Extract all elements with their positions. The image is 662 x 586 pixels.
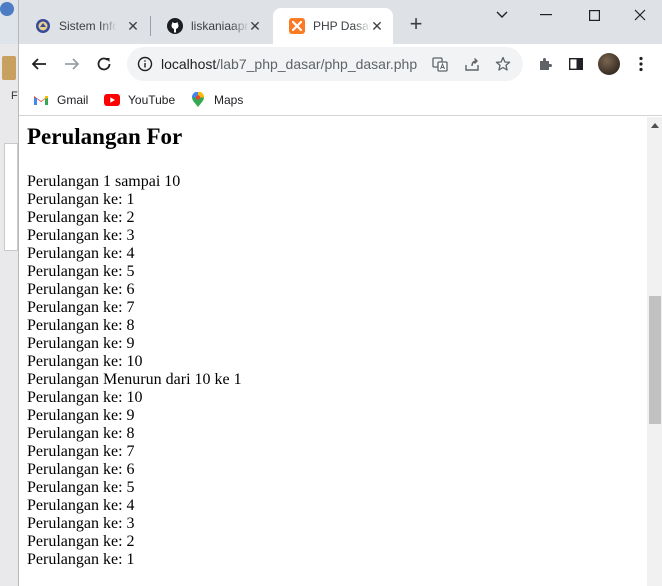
bookmarks-bar: Gmail YouTube Maps [19, 84, 662, 116]
desktop-file-icon[interactable] [2, 56, 16, 80]
minimize-icon [540, 14, 552, 16]
page-heading: Perulangan For [27, 124, 183, 149]
maximize-button[interactable] [581, 4, 607, 26]
url-path: /lab7_php_dasar/php_dasar.php [216, 56, 418, 72]
output-line: Perulangan ke: 8 [27, 317, 135, 334]
profile-avatar[interactable] [598, 53, 620, 75]
forward-button[interactable] [60, 52, 84, 76]
new-tab-button[interactable]: + [405, 13, 427, 35]
output-line: Perulangan ke: 2 [27, 533, 135, 550]
desktop-app-icon[interactable] [0, 2, 14, 16]
output-line: Perulangan ke: 1 [27, 191, 135, 208]
output-line: Perulangan Menurun dari 10 ke 1 [27, 371, 242, 388]
loop-output: Perulangan 1 sampai 10 Perulangan ke: 1 Pe… [27, 173, 242, 569]
output-line: Perulangan ke: 7 [27, 299, 135, 316]
bookmark-label: Gmail [57, 93, 89, 107]
bookmark-gmail[interactable]: Gmail [33, 91, 88, 109]
output-line: Perulangan ke: 10 [27, 353, 143, 370]
tab-sistem-informasi[interactable]: Sistem Informasi ✕ [19, 8, 149, 44]
output-line: Perulangan ke: 6 [27, 281, 135, 298]
tab-search-button[interactable] [489, 4, 515, 26]
back-arrow-icon [31, 58, 46, 70]
output-line: Perulangan ke: 6 [27, 461, 135, 478]
bookmark-star-icon[interactable] [495, 56, 511, 72]
maximize-icon [588, 9, 600, 21]
output-line: Perulangan ke: 3 [27, 515, 135, 532]
desktop-label: F [11, 90, 18, 102]
chevron-down-icon [496, 11, 508, 18]
reload-icon [97, 57, 111, 71]
extensions-icon[interactable] [535, 54, 555, 74]
bookmark-youtube[interactable]: YouTube [104, 91, 175, 109]
output-line: Perulangan ke: 4 [27, 245, 135, 262]
output-line: Perulangan ke: 10 [27, 389, 143, 406]
scrollbar-thumb[interactable] [649, 296, 661, 424]
output-line: Perulangan ke: 5 [27, 479, 135, 496]
close-icon[interactable]: ✕ [369, 18, 385, 34]
desktop-background: F [0, 0, 18, 586]
gmail-icon [33, 92, 49, 108]
close-icon[interactable]: ✕ [247, 18, 263, 34]
output-line: Perulangan ke: 9 [27, 407, 135, 424]
menu-kebab-icon[interactable] [631, 54, 651, 74]
tab-php-dasar[interactable]: PHP Dasar ✕ [273, 8, 393, 44]
bookmark-label: YouTube [128, 93, 176, 107]
output-line: Perulangan ke: 7 [27, 443, 135, 460]
side-panel-icon[interactable] [566, 54, 586, 74]
url-host: localhost [161, 56, 217, 72]
url-text: localhost/lab7_php_dasar/php_dasar.php [161, 56, 417, 72]
desktop-panel [4, 143, 18, 251]
tab-github[interactable]: liskaniaaprilia ✕ [151, 8, 271, 44]
address-bar[interactable]: localhost/lab7_php_dasar/php_dasar.php [127, 47, 523, 81]
bookmark-label: Maps [214, 93, 244, 107]
page-content: Perulangan For Perulangan 1 sampai 10 Per… [27, 123, 242, 569]
university-icon [35, 18, 51, 34]
xampp-icon [289, 18, 305, 34]
back-button[interactable] [27, 52, 51, 76]
toolbar: localhost/lab7_php_dasar/php_dasar.php [19, 44, 662, 84]
tab-title: liskaniaaprilia [191, 19, 249, 33]
translate-icon[interactable] [432, 56, 448, 72]
share-icon[interactable] [464, 56, 480, 72]
page-viewport: Perulangan For Perulangan 1 sampai 10 Per… [19, 117, 647, 586]
output-line: Perulangan ke: 5 [27, 263, 135, 280]
close-window-button[interactable] [627, 4, 653, 26]
output-line: Perulangan ke: 2 [27, 209, 135, 226]
minimize-button[interactable] [533, 4, 559, 26]
scroll-up-arrow-icon[interactable] [651, 123, 659, 128]
output-line: Perulangan ke: 3 [27, 227, 135, 244]
tab-strip: Sistem Informasi ✕ liskaniaaprilia ✕ PHP… [19, 0, 662, 44]
output-line: Perulangan ke: 1 [27, 551, 135, 568]
output-line: Perulangan 1 sampai 10 [27, 173, 181, 190]
vertical-scrollbar[interactable] [647, 117, 662, 586]
tab-title: PHP Dasar [313, 19, 371, 33]
tab-title: Sistem Informasi [59, 19, 117, 33]
info-icon[interactable] [137, 56, 153, 72]
browser-window: Sistem Informasi ✕ liskaniaaprilia ✕ PHP… [18, 0, 662, 586]
forward-arrow-icon [65, 58, 80, 70]
close-icon[interactable]: ✕ [125, 18, 141, 34]
output-line: Perulangan ke: 4 [27, 497, 135, 514]
bookmark-maps[interactable]: Maps [190, 91, 243, 109]
output-line: Perulangan ke: 9 [27, 335, 135, 352]
close-icon [634, 9, 646, 21]
github-icon [167, 18, 183, 34]
output-line: Perulangan ke: 8 [27, 425, 135, 442]
maps-icon [190, 92, 206, 108]
youtube-icon [104, 92, 120, 108]
reload-button[interactable] [92, 52, 116, 76]
